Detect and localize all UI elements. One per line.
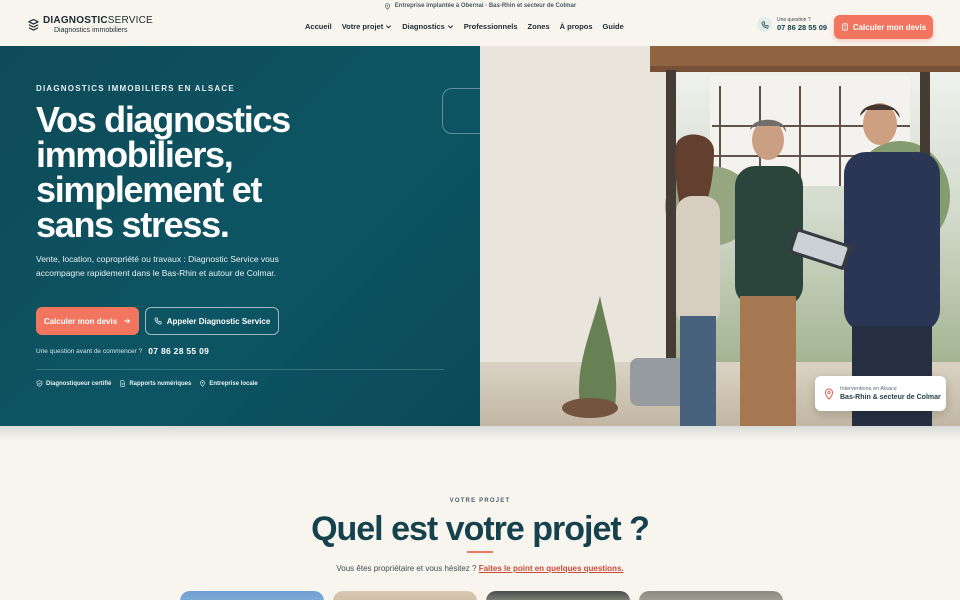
hero-section: DIAGNOSTICS IMMOBILIERS EN ALSACE Vos di… [0, 46, 960, 426]
arrow-right-icon [124, 318, 131, 324]
question-text: Une question avant de commencer ? [36, 347, 143, 355]
project-card[interactable] [333, 591, 477, 600]
hero-description: Vente, location, copropriété ou travaux … [36, 254, 279, 278]
top-info-strip: Entreprise implantée à Obernai · Bas-Rhi… [0, 0, 960, 12]
phone-number: 07 86 28 55 09 [777, 23, 828, 32]
badge-certified: Diagnostiqueur certifié [36, 380, 111, 387]
header-quote-button[interactable]: Calculer mon devis [834, 15, 933, 39]
nav-professionnels[interactable]: Professionnels [464, 22, 518, 31]
location-card-label: Interventions en Alsace [840, 386, 897, 392]
stack-logo-icon [28, 18, 39, 31]
section-title: Quel est votre projet ? [311, 510, 650, 548]
calculate-quote-button[interactable]: Calculer mon devis [36, 307, 139, 335]
hero-panel: DIAGNOSTICS IMMOBILIERS EN ALSACE Vos di… [0, 46, 488, 426]
map-pin-icon [384, 2, 390, 10]
hero-shadow [0, 426, 960, 440]
hero-question: Une question avant de commencer ? 07 86 … [36, 346, 209, 356]
phone-icon [761, 20, 769, 28]
badge-local: Entreprise locale [199, 380, 258, 387]
shield-check-icon [36, 380, 43, 387]
top-info-text: Entreprise implantée à Obernai · Bas-Rhi… [394, 3, 577, 9]
phone-icon-circle [757, 17, 772, 32]
nav-a-propos[interactable]: À propos [560, 22, 593, 31]
hero-photo [480, 46, 960, 426]
document-icon [120, 380, 126, 387]
project-card[interactable] [639, 591, 783, 600]
section-eyebrow: VOTRE PROJET [449, 498, 511, 504]
header-phone[interactable]: Une question ? 07 86 28 55 09 [757, 17, 827, 32]
map-pin-icon [824, 387, 834, 400]
nav-votre-projet[interactable]: Votre projet [342, 22, 393, 31]
quiz-link[interactable]: Faites le point en quelques questions. [479, 564, 624, 573]
map-pin-icon [200, 380, 206, 387]
logo[interactable]: DIAGNOSTICSERVICE Diagnostics immobilier… [28, 16, 153, 34]
phone-icon [154, 317, 162, 325]
trust-badges: Diagnostiqueur certifié Rapports numériq… [36, 380, 258, 387]
location-card-value: Bas-Rhin & secteur de Colmar [840, 394, 941, 401]
site-header: DIAGNOSTICSERVICE Diagnostics immobilier… [0, 12, 960, 46]
location-card: Interventions en Alsace Bas-Rhin & secte… [815, 376, 946, 411]
logo-brand: DIAGNOSTICSERVICE [43, 15, 153, 26]
nav-zones[interactable]: Zones [528, 22, 550, 31]
nav-accueil[interactable]: Accueil [305, 22, 332, 31]
chevron-down-icon [386, 25, 392, 29]
chevron-down-icon [447, 25, 453, 29]
hero-title: Vos diagnostics immobiliers, simplement … [36, 99, 291, 245]
hero-eyebrow: DIAGNOSTICS IMMOBILIERS EN ALSACE [36, 84, 235, 93]
main-nav: Accueil Votre projet Diagnostics Profess… [305, 22, 624, 31]
project-card[interactable] [180, 591, 324, 600]
project-cards [180, 591, 783, 600]
call-button[interactable]: Appeler Diagnostic Service [145, 307, 279, 335]
hero-photo-illustration [480, 46, 960, 426]
logo-tagline: Diagnostics immobiliers [54, 27, 128, 34]
nav-guide[interactable]: Guide [603, 22, 624, 31]
nav-diagnostics[interactable]: Diagnostics [402, 22, 454, 31]
badge-digital-reports: Rapports numériques [119, 380, 191, 387]
section-underline [467, 551, 493, 553]
question-phone-link[interactable]: 07 86 28 55 09 [148, 346, 209, 356]
calculator-icon [842, 23, 848, 31]
section-subtitle: Vous êtes propriétaire et vous hésitez ?… [336, 564, 624, 573]
project-card[interactable] [486, 591, 630, 600]
hero-divider [36, 369, 444, 370]
